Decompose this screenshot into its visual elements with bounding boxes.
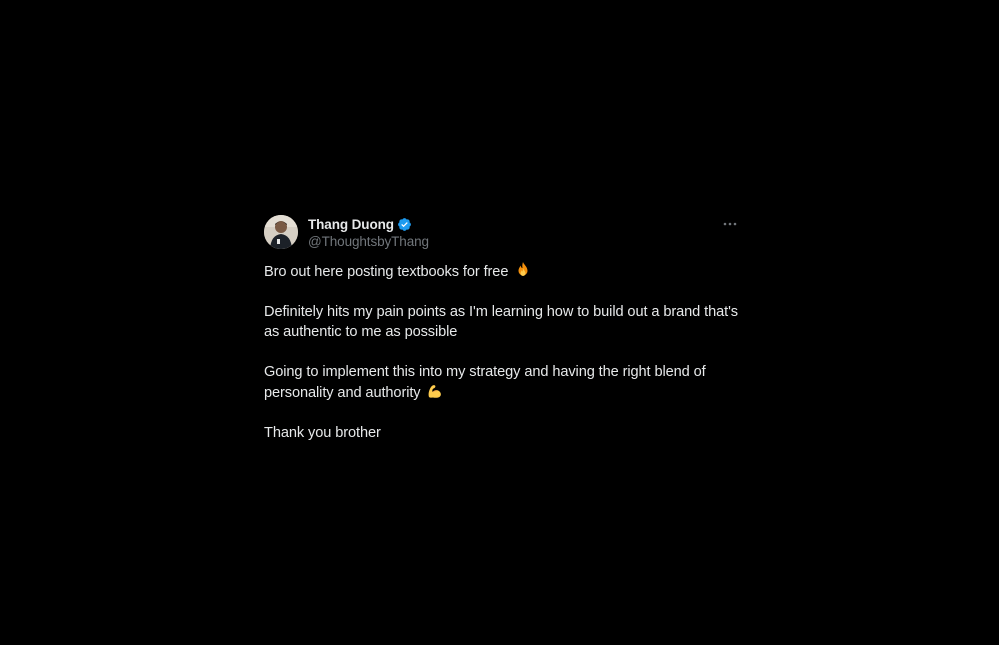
tweet-card[interactable]: Thang Duong @ThoughtsbyThang Bro out her…	[264, 213, 740, 443]
author-handle[interactable]: @ThoughtsbyThang	[308, 234, 429, 249]
paragraph-text: Thank you brother	[264, 425, 381, 441]
tweet-text: Bro out here posting textbooks for free …	[264, 261, 740, 443]
tweet-paragraph-1: Bro out here posting textbooks for free	[264, 261, 740, 282]
verified-badge-icon[interactable]	[397, 217, 412, 232]
fire-emoji-icon	[514, 261, 532, 279]
flexed-biceps-emoji-icon	[426, 382, 444, 400]
avatar[interactable]	[264, 215, 298, 249]
tweet-paragraph-2: Definitely hits my pain points as I'm le…	[264, 302, 740, 342]
author-info: Thang Duong @ThoughtsbyThang	[308, 215, 429, 250]
more-horizontal-icon[interactable]	[722, 216, 738, 232]
tweet-header: Thang Duong @ThoughtsbyThang	[264, 213, 740, 253]
tweet-paragraph-4: Thank you brother	[264, 423, 740, 443]
tweet-paragraph-3: Going to implement this into my strategy…	[264, 362, 740, 403]
paragraph-text: Definitely hits my pain points as I'm le…	[264, 304, 738, 340]
paragraph-text: Going to implement this into my strategy…	[264, 364, 706, 401]
paragraph-text: Bro out here posting textbooks for free	[264, 264, 509, 280]
author-display-name[interactable]: Thang Duong	[308, 217, 394, 232]
name-row: Thang Duong	[308, 215, 429, 233]
user-avatar-photo-icon	[264, 215, 298, 249]
